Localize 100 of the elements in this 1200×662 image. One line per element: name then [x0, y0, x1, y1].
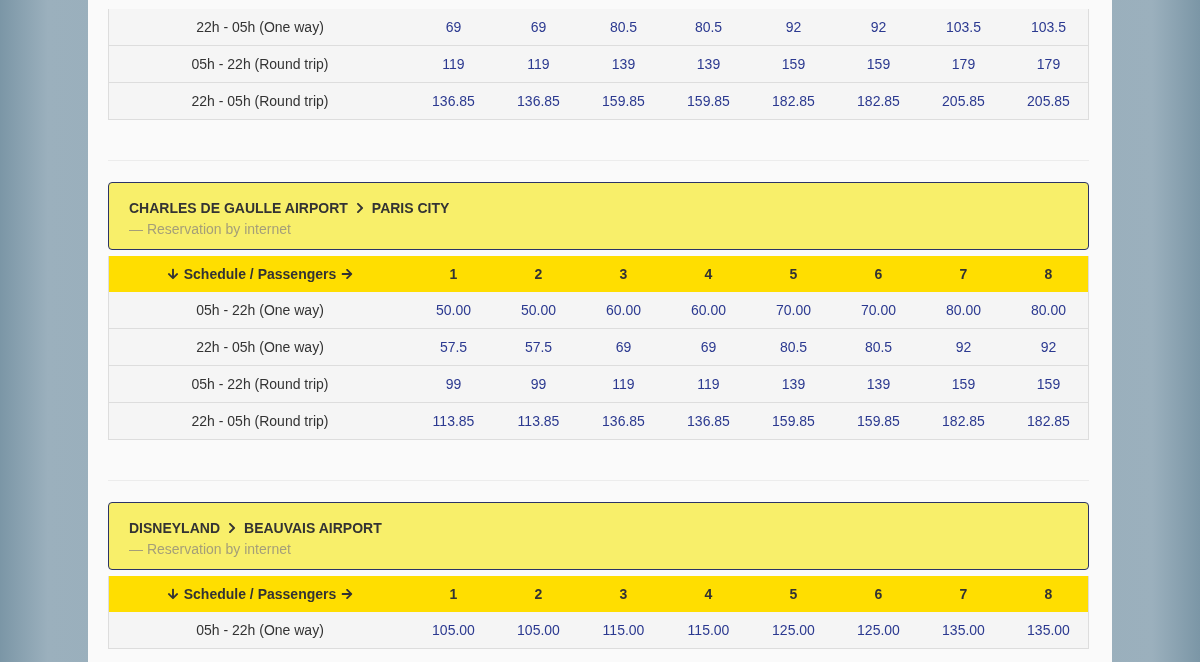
price-cell: 105.00: [432, 622, 475, 638]
column-header: 7: [959, 585, 968, 602]
price-cell: 50.00: [520, 302, 556, 318]
schedule-cell: 22h - 05h (One way): [196, 19, 324, 35]
chevron-right-icon: [226, 522, 238, 534]
price-cell: 139: [696, 56, 721, 72]
column-header: 7: [959, 265, 968, 282]
column-header: 2: [534, 265, 543, 282]
price-cell: 182.85: [857, 93, 900, 109]
price-cell: 92: [955, 339, 972, 355]
price-cell: 69: [530, 19, 547, 35]
price-cell: 119: [697, 376, 720, 392]
price-cell: 179: [951, 56, 976, 72]
price-cell: 70.00: [860, 302, 896, 318]
price-cell: 159.85: [772, 413, 815, 429]
price-cell: 136.85: [687, 413, 730, 429]
column-header: 1: [449, 585, 458, 602]
reservation-note: — Reservation by internet: [129, 221, 292, 237]
price-cell: 159: [866, 56, 891, 72]
price-cell: 99: [445, 376, 462, 392]
column-header: 1: [449, 265, 458, 282]
schedule-cell: 22h - 05h (Round trip): [191, 413, 329, 429]
schedule-cell: 05h - 22h (Round trip): [191, 56, 329, 72]
price-cell: 60.00: [690, 302, 726, 318]
price-cell: 103.5: [1030, 19, 1066, 35]
column-header: 3: [619, 585, 628, 602]
price-cell: 50.00: [435, 302, 471, 318]
price-cell: 115.00: [687, 622, 730, 638]
price-cell: 92: [1040, 339, 1057, 355]
price-cell: 92: [870, 19, 887, 35]
price-cell: 103.5: [945, 19, 981, 35]
route-origin: CHARLES DE GAULLE AIRPORT: [129, 200, 348, 216]
price-cell: 113.85: [432, 413, 475, 429]
price-cell: 69: [615, 339, 632, 355]
price-cell: 115.00: [602, 622, 645, 638]
price-cell: 80.5: [864, 339, 893, 355]
schedule-cell: 05h - 22h (Round trip): [191, 376, 329, 392]
price-cell: 80.5: [779, 339, 808, 355]
price-cell: 135.00: [1027, 622, 1070, 638]
price-cell: 179: [1036, 56, 1061, 72]
schedule-cell: 22h - 05h (Round trip): [191, 93, 329, 109]
price-cell: 182.85: [942, 413, 985, 429]
arrow-right-icon: [341, 587, 354, 600]
price-cell: 182.85: [1027, 413, 1070, 429]
price-cell: 159: [781, 56, 806, 72]
price-cell: 139: [866, 376, 891, 392]
price-cell: 125.00: [857, 622, 900, 638]
price-cell: 136.85: [432, 93, 475, 109]
route-origin: DISNEYLAND: [129, 520, 220, 536]
price-cell: 139: [611, 56, 636, 72]
price-cell: 113.85: [517, 413, 560, 429]
price-cell: 139: [781, 376, 806, 392]
column-header: 4: [704, 585, 713, 602]
price-cell: 119: [527, 56, 550, 72]
price-cell: 135.00: [942, 622, 985, 638]
price-cell: 92: [785, 19, 802, 35]
price-cell: 69: [700, 339, 717, 355]
price-cell: 60.00: [605, 302, 641, 318]
price-cell: 159.85: [857, 413, 900, 429]
price-cell: 205.85: [942, 93, 985, 109]
schedule-cell: 05h - 22h (One way): [196, 622, 324, 638]
price-cell: 105.00: [517, 622, 560, 638]
price-cell: 80.00: [945, 302, 981, 318]
price-cell: 57.5: [524, 339, 553, 355]
price-cell: 119: [442, 56, 465, 72]
column-header: 8: [1044, 265, 1053, 282]
price-cell: 136.85: [602, 413, 645, 429]
price-cell: 159: [951, 376, 976, 392]
price-cell: 182.85: [772, 93, 815, 109]
price-cell: 159.85: [602, 93, 645, 109]
arrow-right-icon: [341, 267, 354, 280]
price-cell: 119: [612, 376, 635, 392]
schedule-cell: 22h - 05h (One way): [196, 339, 324, 355]
schedule-cell: 05h - 22h (One way): [196, 302, 324, 318]
column-header: 3: [619, 265, 628, 282]
column-header: 2: [534, 585, 543, 602]
column-header: Schedule / Passengers: [183, 585, 337, 602]
column-header: 6: [874, 265, 883, 282]
price-cell: 80.5: [609, 19, 638, 35]
column-header: 6: [874, 585, 883, 602]
route-destination: BEAUVAIS AIRPORT: [244, 520, 382, 536]
price-cell: 159: [1036, 376, 1061, 392]
column-header: 5: [789, 585, 798, 602]
price-cell: 205.85: [1027, 93, 1070, 109]
price-cell: 99: [530, 376, 547, 392]
price-cell: 80.00: [1030, 302, 1066, 318]
arrow-down-icon: [166, 267, 179, 280]
price-cell: 69: [445, 19, 462, 35]
price-cell: 125.00: [772, 622, 815, 638]
reservation-note: — Reservation by internet: [129, 541, 292, 557]
route-destination: PARIS CITY: [371, 200, 450, 216]
column-header: 5: [789, 265, 798, 282]
arrow-down-icon: [166, 587, 179, 600]
price-cell: 159.85: [687, 93, 730, 109]
price-cell: 136.85: [517, 93, 560, 109]
column-header: 4: [704, 265, 713, 282]
price-cell: 70.00: [775, 302, 811, 318]
price-cell: 80.5: [694, 19, 723, 35]
price-cell: 57.5: [439, 339, 468, 355]
column-header: Schedule / Passengers: [183, 265, 337, 282]
